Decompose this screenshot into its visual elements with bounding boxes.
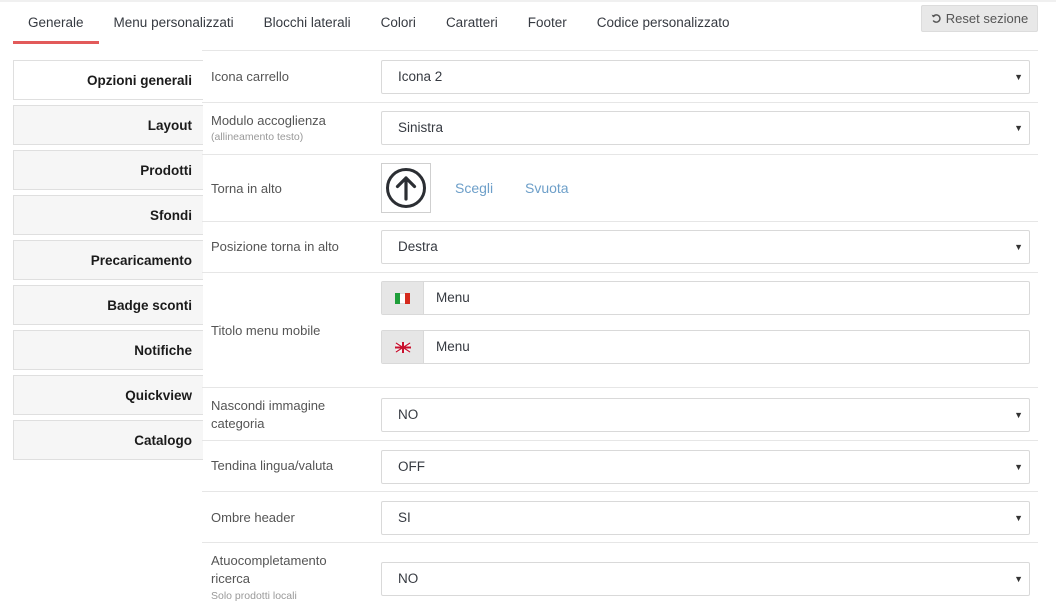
dropdown-arrow-icon: ▼ bbox=[1014, 574, 1023, 584]
arrow-up-circle-icon bbox=[386, 168, 426, 208]
form-row-mobile-menu-title: Titolo menu mobile Menu Menu bbox=[202, 272, 1038, 387]
form-row-back-to-top-position: Posizione torna in alto Destra ▼ bbox=[202, 221, 1038, 272]
search-autocomplete-label-text: Atuocompletamento ricerca bbox=[211, 553, 327, 586]
tab-generale[interactable]: Generale bbox=[13, 2, 99, 44]
search-autocomplete-hint: Solo prodotti locali bbox=[211, 590, 297, 602]
form-row-welcome-module: Modulo accoglienza (allineamento testo) … bbox=[202, 102, 1038, 154]
sidebar-item-precaricamento[interactable]: Precaricamento bbox=[13, 240, 203, 280]
dropdown-arrow-icon: ▼ bbox=[1014, 123, 1023, 133]
welcome-module-select[interactable]: Sinistra ▼ bbox=[381, 111, 1030, 145]
tab-footer[interactable]: Footer bbox=[513, 2, 582, 44]
sidebar-item-notifiche[interactable]: Notifiche bbox=[13, 330, 203, 370]
form-row-header-shadows: Ombre header SI ▼ bbox=[202, 491, 1038, 542]
reset-section-label: Reset sezione bbox=[945, 11, 1029, 26]
mobile-menu-title-input-en[interactable]: Menu bbox=[381, 330, 1030, 364]
header-shadows-label: Ombre header bbox=[211, 510, 295, 525]
search-autocomplete-value: NO bbox=[398, 571, 419, 586]
search-autocomplete-select[interactable]: NO ▼ bbox=[381, 562, 1030, 596]
form-row-cart-icon: Icona carrello Icona 2 ▼ bbox=[202, 50, 1038, 102]
clear-image-link[interactable]: Svuota bbox=[525, 180, 569, 196]
search-autocomplete-label: Atuocompletamento ricerca Solo prodotti … bbox=[211, 552, 361, 604]
sidebar-item-sfondi[interactable]: Sfondi bbox=[13, 195, 203, 235]
back-to-top-image-preview bbox=[381, 163, 431, 213]
sidebar-item-badge-sconti[interactable]: Badge sconti bbox=[13, 285, 203, 325]
dropdown-arrow-icon: ▼ bbox=[1014, 462, 1023, 472]
tab-blocchi-laterali[interactable]: Blocchi laterali bbox=[249, 2, 366, 44]
sidebar-item-prodotti[interactable]: Prodotti bbox=[13, 150, 203, 190]
header-shadows-value: SI bbox=[398, 510, 411, 525]
tab-caratteri[interactable]: Caratteri bbox=[431, 2, 513, 44]
mobile-menu-title-label: Titolo menu mobile bbox=[211, 323, 321, 338]
tab-colori[interactable]: Colori bbox=[366, 2, 431, 44]
mobile-menu-title-input-it[interactable]: Menu bbox=[381, 281, 1030, 315]
mobile-menu-title-value-en: Menu bbox=[436, 339, 470, 354]
sidebar-item-opzioni-generali[interactable]: Opzioni generali bbox=[13, 60, 203, 100]
mobile-menu-title-value-it: Menu bbox=[436, 290, 470, 305]
sidebar-item-layout[interactable]: Layout bbox=[13, 105, 203, 145]
welcome-module-hint: (allineamento testo) bbox=[211, 131, 304, 143]
welcome-module-label: Modulo accoglienza (allineamento testo) bbox=[211, 112, 371, 145]
settings-form: Icona carrello Icona 2 ▼ Modulo accoglie… bbox=[202, 50, 1038, 609]
language-flag-box bbox=[382, 282, 424, 314]
undo-icon bbox=[931, 14, 941, 23]
language-currency-dropdown-label: Tendina lingua/valuta bbox=[211, 458, 334, 473]
language-currency-dropdown-value: OFF bbox=[398, 459, 425, 474]
choose-image-link[interactable]: Scegli bbox=[455, 180, 493, 196]
section-tabs: Generale Menu personalizzati Blocchi lat… bbox=[13, 2, 745, 46]
dropdown-arrow-icon: ▼ bbox=[1014, 410, 1023, 420]
tab-codice-personalizzato[interactable]: Codice personalizzato bbox=[582, 2, 745, 44]
uk-flag-icon bbox=[394, 341, 411, 353]
back-to-top-position-select[interactable]: Destra ▼ bbox=[381, 230, 1030, 264]
form-row-search-autocomplete: Atuocompletamento ricerca Solo prodotti … bbox=[202, 542, 1038, 609]
tab-menu-personalizzati[interactable]: Menu personalizzati bbox=[99, 2, 249, 44]
hide-category-image-select[interactable]: NO ▼ bbox=[381, 398, 1030, 432]
back-to-top-position-value: Destra bbox=[398, 239, 438, 254]
cart-icon-label: Icona carrello bbox=[211, 69, 290, 84]
reset-section-button[interactable]: Reset sezione bbox=[921, 5, 1038, 32]
header-shadows-select[interactable]: SI ▼ bbox=[381, 501, 1030, 535]
back-to-top-label: Torna in alto bbox=[211, 181, 282, 196]
hide-category-image-label: Nascondi immagine categoria bbox=[211, 398, 326, 431]
form-row-hide-category-image: Nascondi immagine categoria NO ▼ bbox=[202, 387, 1038, 440]
back-to-top-position-label: Posizione torna in alto bbox=[211, 239, 339, 254]
cart-icon-select[interactable]: Icona 2 ▼ bbox=[381, 60, 1030, 94]
welcome-module-label-text: Modulo accoglienza bbox=[211, 113, 326, 128]
cart-icon-value: Icona 2 bbox=[398, 69, 443, 84]
language-currency-dropdown-select[interactable]: OFF ▼ bbox=[381, 450, 1030, 484]
settings-sidebar: Opzioni generali Layout Prodotti Sfondi … bbox=[13, 60, 203, 465]
dropdown-arrow-icon: ▼ bbox=[1014, 72, 1023, 82]
welcome-module-value: Sinistra bbox=[398, 120, 444, 135]
sidebar-item-catalogo[interactable]: Catalogo bbox=[13, 420, 203, 460]
form-row-back-to-top: Torna in alto Scegli Svuota bbox=[202, 154, 1038, 221]
form-row-language-currency-dropdown: Tendina lingua/valuta OFF ▼ bbox=[202, 440, 1038, 491]
dropdown-arrow-icon: ▼ bbox=[1014, 242, 1023, 252]
sidebar-item-quickview[interactable]: Quickview bbox=[13, 375, 203, 415]
language-flag-box bbox=[382, 331, 424, 363]
dropdown-arrow-icon: ▼ bbox=[1014, 513, 1023, 523]
italy-flag-icon bbox=[394, 292, 411, 304]
hide-category-image-value: NO bbox=[398, 407, 419, 422]
